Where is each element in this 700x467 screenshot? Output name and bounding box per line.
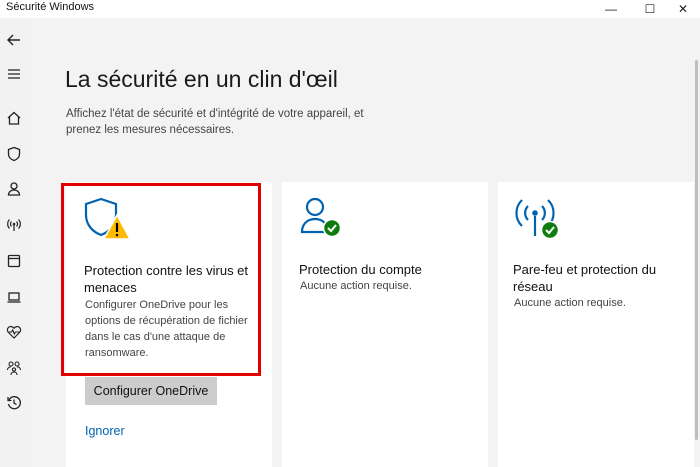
heart-pulse-icon bbox=[6, 325, 22, 339]
sidebar-item-firewall[interactable] bbox=[2, 213, 26, 237]
sidebar-item-home[interactable] bbox=[2, 106, 26, 130]
back-button[interactable] bbox=[2, 28, 26, 52]
home-icon bbox=[7, 111, 21, 125]
page-subtitle: Affichez l'état de sécurité et d'intégri… bbox=[66, 108, 364, 136]
person-icon bbox=[7, 182, 21, 196]
dismiss-link[interactable]: Ignorer bbox=[85, 424, 125, 438]
history-icon bbox=[7, 396, 21, 410]
back-arrow-icon bbox=[7, 34, 20, 46]
close-button[interactable]: ✕ bbox=[666, 0, 700, 18]
family-icon bbox=[6, 361, 22, 376]
sidebar-item-device-performance[interactable] bbox=[2, 320, 26, 344]
sidebar-item-app-browser-control[interactable] bbox=[2, 249, 26, 273]
person-check-icon bbox=[300, 197, 342, 238]
sidebar-item-virus-protection[interactable] bbox=[2, 142, 26, 166]
menu-button[interactable] bbox=[2, 62, 26, 86]
shield-icon bbox=[7, 146, 21, 162]
shield-warning-icon bbox=[84, 197, 132, 240]
sidebar-item-family-options[interactable] bbox=[2, 356, 26, 380]
card-firewall-protection[interactable]: Pare-feu et protection du réseau Aucune … bbox=[498, 182, 694, 467]
card-title: Protection contre les virus et menaces bbox=[84, 263, 249, 295]
card-description: Aucune action requise. bbox=[300, 280, 412, 292]
wifi-antenna-icon bbox=[7, 219, 21, 231]
sidebar-item-account-protection[interactable] bbox=[2, 177, 26, 201]
sidebar-item-protection-history[interactable] bbox=[2, 391, 26, 415]
card-title: Pare-feu et protection du réseau bbox=[513, 262, 657, 294]
page-title: La sécurité en un clin d'œil bbox=[65, 66, 338, 92]
hamburger-menu-icon bbox=[8, 69, 20, 79]
sidebar-item-device-security[interactable] bbox=[2, 285, 26, 309]
card-description: Aucune action requise. bbox=[514, 297, 626, 309]
card-description: Configurer OneDrive pour les options de … bbox=[85, 299, 248, 359]
window-title: Sécurité Windows bbox=[6, 1, 95, 13]
sidebar bbox=[0, 18, 28, 467]
title-bar: Sécurité Windows — ☐ ✕ bbox=[0, 0, 700, 18]
browser-window-icon bbox=[7, 254, 21, 268]
main-content: La sécurité en un clin d'œil Affichez l'… bbox=[28, 18, 700, 467]
configure-onedrive-button[interactable]: Configurer OneDrive bbox=[85, 377, 217, 405]
maximize-button[interactable]: ☐ bbox=[633, 0, 667, 18]
card-account-protection[interactable]: Protection du compte Aucune action requi… bbox=[282, 182, 488, 467]
laptop-icon bbox=[7, 292, 21, 303]
card-title: Protection du compte bbox=[299, 262, 422, 277]
vertical-scrollbar[interactable] bbox=[695, 60, 698, 440]
wifi-check-icon bbox=[515, 199, 560, 240]
minimize-button[interactable]: — bbox=[594, 0, 628, 18]
